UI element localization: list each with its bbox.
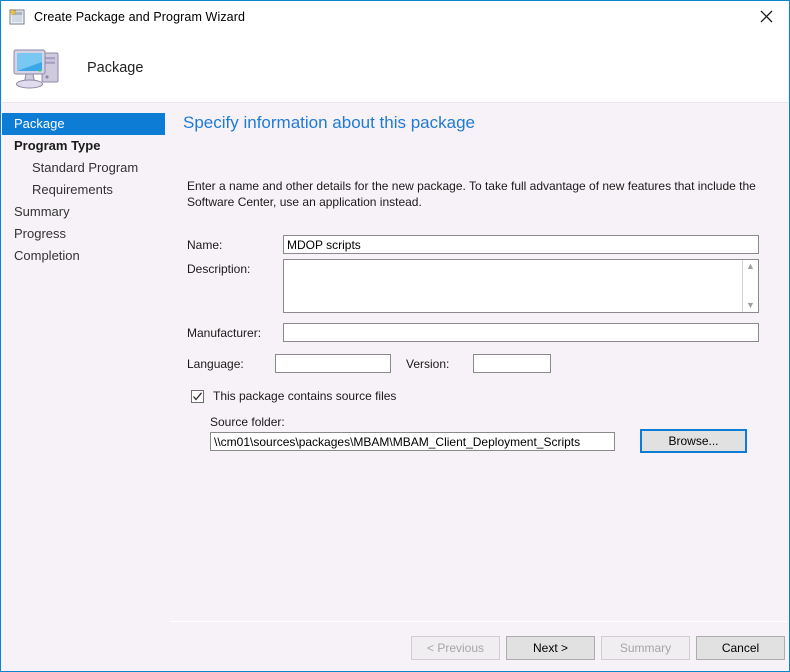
- scroll-down-icon[interactable]: ▼: [746, 301, 755, 310]
- next-button[interactable]: Next >: [506, 636, 595, 660]
- page-description: Enter a name and other details for the n…: [187, 179, 756, 209]
- close-icon: [760, 10, 773, 23]
- computer-icon: [11, 44, 65, 92]
- version-label: Version:: [406, 357, 450, 371]
- source-files-checkbox-label: This package contains source files: [213, 389, 397, 403]
- banner-title: Package: [87, 60, 144, 76]
- title-bar: Create Package and Program Wizard: [1, 1, 789, 33]
- sidebar-item-completion[interactable]: Completion: [2, 245, 165, 267]
- package-wizard-icon: [8, 8, 26, 26]
- source-files-checkbox[interactable]: [191, 389, 204, 403]
- source-folder-label: Source folder:: [210, 415, 285, 429]
- window-title: Create Package and Program Wizard: [34, 10, 246, 24]
- sidebar-item-label: Program Type: [14, 138, 101, 153]
- description-scrollbar[interactable]: ▲ ▼: [742, 260, 758, 312]
- scroll-up-icon[interactable]: ▲: [746, 262, 755, 271]
- language-input[interactable]: [275, 354, 391, 373]
- sidebar-item-label: Completion: [14, 248, 80, 263]
- sidebar-item-program-type[interactable]: Program Type: [2, 135, 165, 157]
- checkmark-icon: [193, 391, 203, 401]
- sidebar-item-package[interactable]: Package: [2, 113, 165, 135]
- version-input[interactable]: [473, 354, 551, 373]
- source-folder-input[interactable]: [210, 432, 615, 451]
- create-package-wizard-window: Create Package and Program Wizard Packag…: [0, 0, 790, 672]
- description-field-wrapper: ▲ ▼: [283, 259, 759, 313]
- browse-button[interactable]: Browse...: [640, 429, 747, 453]
- sidebar-item-label: Requirements: [32, 182, 113, 197]
- wizard-footer: < Previous Next > Summary Cancel: [170, 622, 788, 671]
- manufacturer-label: Manufacturer:: [187, 326, 262, 340]
- language-label: Language:: [187, 357, 244, 371]
- description-textarea[interactable]: [284, 260, 742, 312]
- wizard-banner: Package: [2, 33, 788, 103]
- sidebar-item-label: Package: [14, 116, 65, 131]
- previous-button[interactable]: < Previous: [411, 636, 500, 660]
- sidebar-item-label: Progress: [14, 226, 67, 241]
- cancel-button[interactable]: Cancel: [696, 636, 785, 660]
- sidebar-item-summary[interactable]: Summary: [2, 201, 165, 223]
- sidebar-item-progress[interactable]: Progress: [2, 223, 165, 245]
- sidebar-item-label: Summary: [14, 204, 70, 219]
- name-input[interactable]: [283, 235, 759, 254]
- name-label: Name:: [187, 238, 223, 252]
- wizard-steps-sidebar: Package Program Type Standard Program Re…: [2, 104, 165, 671]
- banner-divider: [2, 102, 788, 103]
- page-title: Specify information about this package: [183, 113, 476, 132]
- source-files-checkbox-row[interactable]: This package contains source files: [191, 389, 396, 403]
- sidebar-item-requirements[interactable]: Requirements: [2, 179, 165, 201]
- sidebar-item-standard-program[interactable]: Standard Program: [2, 157, 165, 179]
- manufacturer-input[interactable]: [283, 323, 759, 342]
- close-button[interactable]: [744, 1, 789, 32]
- wizard-content-panel: Specify information about this package E…: [170, 104, 788, 621]
- sidebar-item-label: Standard Program: [32, 160, 139, 175]
- description-label: Description:: [187, 262, 251, 276]
- summary-button[interactable]: Summary: [601, 636, 690, 660]
